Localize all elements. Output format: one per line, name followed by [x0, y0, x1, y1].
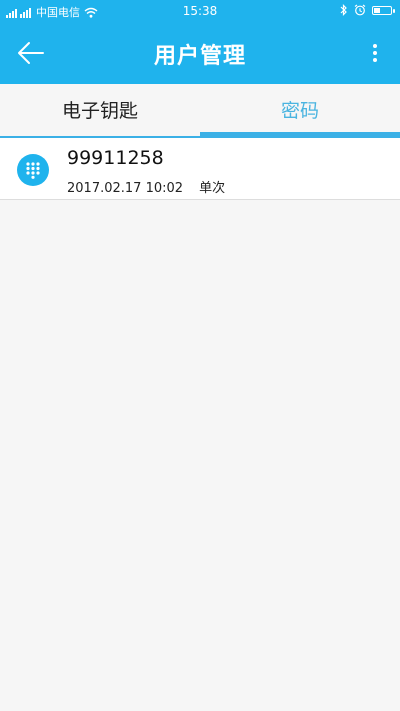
tab-bar: 电子钥匙 密码 [0, 84, 400, 138]
bluetooth-icon [340, 4, 347, 16]
status-right [340, 4, 395, 16]
password-type: 单次 [199, 181, 226, 196]
app-header: 中国电信 15:38 用户管理 [0, 0, 400, 84]
status-bar: 中国电信 15:38 [0, 0, 400, 22]
tab-electronic-key[interactable]: 电子钥匙 [0, 84, 200, 138]
password-meta: 2017.02.17 10:02 单次 [67, 177, 225, 196]
battery-level [374, 7, 380, 13]
page-title: 用户管理 [153, 44, 246, 69]
more-vertical-icon [373, 51, 377, 55]
more-vertical-icon [373, 44, 377, 48]
password-list: 99911258 2017.02.17 10:02 单次 [0, 138, 400, 200]
battery-icon [372, 5, 395, 15]
tab-label: 密码 [280, 99, 319, 122]
more-vertical-icon [373, 58, 377, 62]
tab-label: 电子钥匙 [61, 99, 138, 122]
tab-password[interactable]: 密码 [200, 84, 400, 138]
keypad-icon [17, 154, 49, 186]
password-date: 2017.02.17 10:02 [67, 181, 184, 196]
more-options-button[interactable] [360, 36, 390, 70]
alarm-icon [354, 4, 366, 16]
list-item[interactable]: 99911258 2017.02.17 10:02 单次 [0, 138, 400, 200]
title-bar: 用户管理 [0, 22, 400, 84]
password-code: 99911258 [67, 147, 164, 169]
